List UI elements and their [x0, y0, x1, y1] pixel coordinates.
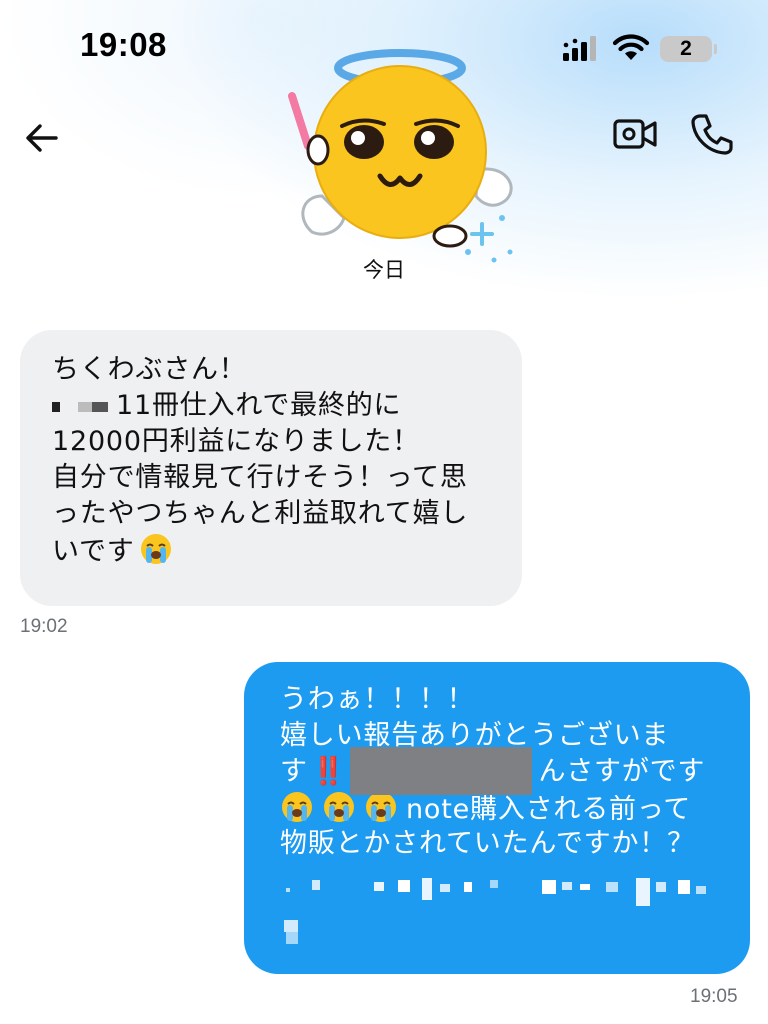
message-line: 11冊仕入れで最終的に [52, 388, 492, 424]
message-line: note購入される前って [280, 790, 724, 826]
message-line: 物販とかされていたんですか！？ [280, 828, 695, 859]
message-line: いです [52, 532, 492, 568]
redaction-mark [78, 401, 92, 412]
battery-indicator: 2 [660, 36, 712, 62]
phone-icon[interactable] [690, 112, 734, 156]
battery-tip [714, 44, 717, 54]
wifi-icon [612, 34, 650, 60]
message-line: ったやつちゃんと利益取れて嬉し [52, 498, 469, 529]
message-line: うわぁ！！！！ [280, 684, 475, 715]
message-timestamp: 19:05 [690, 986, 738, 1007]
message-line: 自分で情報見て行けそう！って思 [52, 462, 468, 493]
redaction-mark [92, 401, 108, 412]
message-text: す [280, 756, 308, 787]
loudly-crying-face-icon [366, 792, 396, 822]
message-line: 12000円利益になりました！ [52, 426, 420, 457]
chat-header: 今日 [0, 49, 768, 282]
loudly-crying-face-icon [140, 534, 171, 564]
date-separator: 今日 [363, 258, 405, 282]
video-call-icon[interactable] [612, 114, 658, 154]
incoming-message-bubble[interactable]: ちくわぶさん！ 11冊仕入れで最終的に 12000円利益になりました！ 自分で情… [20, 330, 522, 606]
redacted-text-line [284, 878, 706, 944]
clock: 19:08 [80, 26, 167, 63]
double-exclamation-icon: ‼️ [311, 756, 346, 787]
message-timestamp: 19:02 [20, 616, 68, 637]
cellular-signal-icon [563, 36, 596, 61]
message-text: いです [52, 536, 135, 567]
loudly-crying-face-icon [282, 792, 312, 822]
message-text: んさすがです [538, 756, 706, 787]
arrow-left-icon[interactable] [20, 116, 64, 160]
message-line: ちくわぶさん！ [52, 354, 247, 385]
angel-face-emoji-avatar[interactable] [282, 46, 522, 264]
redaction-mark [52, 401, 60, 412]
loudly-crying-face-icon [324, 792, 354, 822]
redaction-box [350, 747, 532, 795]
message-text: 11冊仕入れで最終的に [116, 390, 402, 421]
message-text: note購入される前って [406, 794, 692, 825]
